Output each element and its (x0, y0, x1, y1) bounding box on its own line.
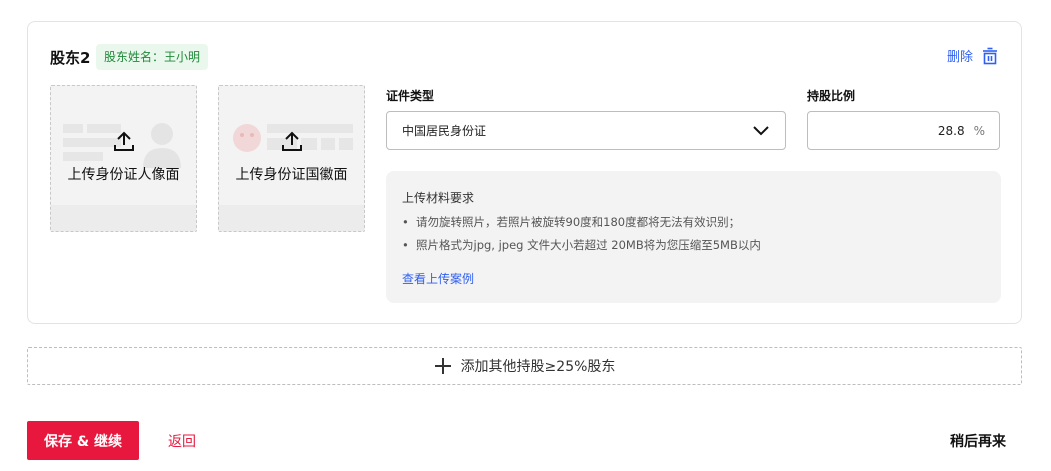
shareholder-name-badge: 股东姓名：王小明 (96, 44, 209, 70)
trash-icon (983, 47, 997, 64)
add-shareholder-button[interactable]: 添加其他持股≥25%股东 (27, 347, 1022, 385)
plus-icon (434, 358, 451, 374)
add-shareholder-label: 添加其他持股≥25%股东 (460, 359, 616, 375)
requirement-text: 照片格式为jpg, jpeg 文件大小若超过 20MB将为您压缩至5MB以内 (416, 238, 761, 252)
id-type-value: 中国居民身份证 (402, 124, 487, 138)
view-upload-examples-link[interactable]: 查看上传案例 (402, 270, 474, 287)
bullet-icon: • (402, 238, 409, 252)
shareholder-title: 股东2 (50, 49, 91, 67)
id-type-label: 证件类型 (386, 89, 435, 103)
upload-icon (113, 131, 134, 151)
ratio-value: 28.8 (937, 123, 965, 138)
delete-button[interactable]: 删除 (947, 46, 999, 65)
upload-emblem-label: 上传身份证国徽面 (235, 167, 348, 183)
requirements-title: 上传材料要求 (402, 191, 475, 205)
come-back-later-link[interactable]: 稍后再来 (950, 431, 1006, 451)
chevron-down-icon (753, 125, 769, 135)
shareholder-card: 股东2 股东姓名：王小明 删除 上传身份证人像面 上传身份证国徽面 证件类型 中… (27, 21, 1022, 324)
delete-label: 删除 (946, 50, 973, 65)
id-type-select[interactable]: 中国居民身份证 (386, 111, 786, 150)
upload-portrait-label: 上传身份证人像面 (67, 167, 180, 183)
requirement-text: 请勿旋转照片，若照片被旋转90度和180度都将无法有效识别； (416, 215, 741, 229)
requirement-item: • 照片格式为jpg, jpeg 文件大小若超过 20MB将为您压缩至5MB以内 (402, 237, 761, 253)
upload-id-emblem[interactable]: 上传身份证国徽面 (218, 85, 365, 232)
requirement-item: • 请勿旋转照片，若照片被旋转90度和180度都将无法有效识别； (402, 214, 740, 230)
upload-id-portrait[interactable]: 上传身份证人像面 (50, 85, 197, 232)
requirements-panel: 上传材料要求 • 请勿旋转照片，若照片被旋转90度和180度都将无法有效识别； •… (386, 171, 1001, 303)
upload-box-footer (219, 205, 364, 231)
ratio-label: 持股比例 (807, 89, 856, 103)
upload-icon (281, 131, 302, 151)
save-continue-button[interactable]: 保存 & 继续 (27, 421, 139, 460)
bullet-icon: • (402, 215, 409, 229)
upload-box-footer (51, 205, 196, 231)
ratio-unit: % (973, 123, 985, 138)
back-link[interactable]: 返回 (168, 431, 196, 451)
ratio-input[interactable]: 28.8 % (807, 111, 1000, 150)
